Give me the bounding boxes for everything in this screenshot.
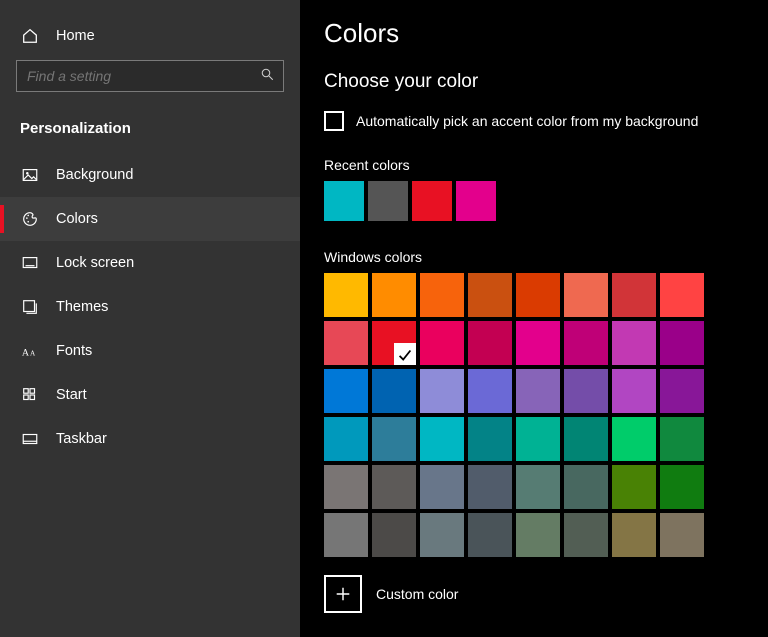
windows-color-swatch[interactable] <box>516 513 560 557</box>
fonts-icon: AA <box>20 341 40 361</box>
windows-color-swatch[interactable] <box>660 369 704 413</box>
search-icon <box>260 67 275 85</box>
windows-color-swatch[interactable] <box>324 369 368 413</box>
lockscreen-icon <box>20 253 40 273</box>
windows-color-swatch[interactable] <box>420 417 464 461</box>
picture-icon <box>20 165 40 185</box>
sidebar-item-label: Themes <box>56 299 108 315</box>
windows-color-swatch[interactable] <box>324 321 368 365</box>
windows-color-swatch[interactable] <box>660 465 704 509</box>
windows-color-swatch[interactable] <box>468 513 512 557</box>
recent-colors-label: Recent colors <box>324 157 744 173</box>
windows-color-swatch[interactable] <box>468 369 512 413</box>
windows-color-swatch[interactable] <box>324 465 368 509</box>
windows-color-swatch[interactable] <box>564 465 608 509</box>
windows-color-swatch[interactable] <box>324 273 368 317</box>
windows-color-swatch[interactable] <box>516 321 560 365</box>
windows-color-swatch[interactable] <box>420 273 464 317</box>
sidebar-item-fonts[interactable]: AA Fonts <box>0 329 300 373</box>
windows-color-swatch[interactable] <box>612 417 656 461</box>
palette-icon <box>20 209 40 229</box>
windows-color-swatch[interactable] <box>516 417 560 461</box>
plus-icon <box>324 575 362 613</box>
choose-color-heading: Choose your color <box>324 71 744 93</box>
windows-color-swatch[interactable] <box>612 321 656 365</box>
sidebar-item-label: Background <box>56 167 133 183</box>
auto-accent-label: Automatically pick an accent color from … <box>356 113 698 129</box>
windows-color-swatch[interactable] <box>564 513 608 557</box>
windows-color-swatch[interactable] <box>612 513 656 557</box>
windows-color-swatch[interactable] <box>564 417 608 461</box>
windows-color-swatch[interactable] <box>612 369 656 413</box>
svg-text:A: A <box>30 350 36 358</box>
sidebar-item-label: Colors <box>56 211 98 227</box>
windows-color-swatch[interactable] <box>516 465 560 509</box>
sidebar-item-label: Fonts <box>56 343 92 359</box>
sidebar-nav: Background Colors Lock screen Themes AA Fonts… <box>0 153 300 461</box>
windows-colors-label: Windows colors <box>324 249 744 265</box>
windows-color-swatch[interactable] <box>468 321 512 365</box>
main-panel: Colors Choose your color Automatically p… <box>300 0 768 637</box>
windows-color-swatch[interactable] <box>612 273 656 317</box>
windows-color-swatch[interactable] <box>660 273 704 317</box>
themes-icon <box>20 297 40 317</box>
windows-color-swatch[interactable] <box>420 513 464 557</box>
sidebar-item-lock-screen[interactable]: Lock screen <box>0 241 300 285</box>
home-icon <box>20 26 40 46</box>
windows-color-swatch[interactable] <box>564 369 608 413</box>
windows-color-swatch[interactable] <box>468 417 512 461</box>
windows-color-swatch[interactable] <box>372 273 416 317</box>
search-container <box>0 60 300 102</box>
sidebar-item-label: Taskbar <box>56 431 107 447</box>
windows-color-swatch[interactable] <box>324 417 368 461</box>
windows-color-swatch[interactable] <box>372 369 416 413</box>
windows-color-swatch[interactable] <box>564 321 608 365</box>
svg-text:A: A <box>22 348 30 359</box>
windows-color-swatch[interactable] <box>516 369 560 413</box>
windows-color-swatch[interactable] <box>372 513 416 557</box>
windows-colors-grid <box>324 273 744 557</box>
windows-color-swatch[interactable] <box>420 321 464 365</box>
sidebar-section-title: Personalization <box>0 102 300 145</box>
recent-colors-row <box>324 181 744 221</box>
custom-color-label: Custom color <box>376 586 458 602</box>
windows-color-swatch[interactable] <box>468 465 512 509</box>
auto-accent-checkbox[interactable] <box>324 111 344 131</box>
windows-color-swatch[interactable] <box>612 465 656 509</box>
check-icon <box>396 346 414 364</box>
recent-color-swatch[interactable] <box>324 181 364 221</box>
windows-color-swatch[interactable] <box>468 273 512 317</box>
windows-color-swatch[interactable] <box>372 465 416 509</box>
windows-color-swatch[interactable] <box>660 417 704 461</box>
sidebar-item-label: Start <box>56 387 87 403</box>
sidebar-item-themes[interactable]: Themes <box>0 285 300 329</box>
sidebar-item-start[interactable]: Start <box>0 373 300 417</box>
windows-color-swatch[interactable] <box>564 273 608 317</box>
windows-color-swatch[interactable] <box>516 273 560 317</box>
sidebar: Home Personalization Background Colors Loc… <box>0 0 300 637</box>
windows-color-swatch[interactable] <box>372 417 416 461</box>
sidebar-item-colors[interactable]: Colors <box>0 197 300 241</box>
sidebar-item-taskbar[interactable]: Taskbar <box>0 417 300 461</box>
custom-color-button[interactable]: Custom color <box>324 575 744 613</box>
search-box[interactable] <box>16 60 284 92</box>
windows-color-swatch[interactable] <box>420 465 464 509</box>
auto-accent-checkbox-row[interactable]: Automatically pick an accent color from … <box>324 111 744 131</box>
page-title: Colors <box>324 18 744 49</box>
recent-color-swatch[interactable] <box>368 181 408 221</box>
home-label: Home <box>56 28 95 44</box>
sidebar-item-background[interactable]: Background <box>0 153 300 197</box>
windows-color-swatch[interactable] <box>372 321 416 365</box>
home-button[interactable]: Home <box>0 18 300 60</box>
recent-color-swatch[interactable] <box>456 181 496 221</box>
windows-color-swatch[interactable] <box>324 513 368 557</box>
start-icon <box>20 385 40 405</box>
windows-color-swatch[interactable] <box>420 369 464 413</box>
recent-color-swatch[interactable] <box>412 181 452 221</box>
windows-color-swatch[interactable] <box>660 321 704 365</box>
search-input[interactable] <box>27 68 260 84</box>
taskbar-icon <box>20 429 40 449</box>
sidebar-item-label: Lock screen <box>56 255 134 271</box>
windows-color-swatch[interactable] <box>660 513 704 557</box>
